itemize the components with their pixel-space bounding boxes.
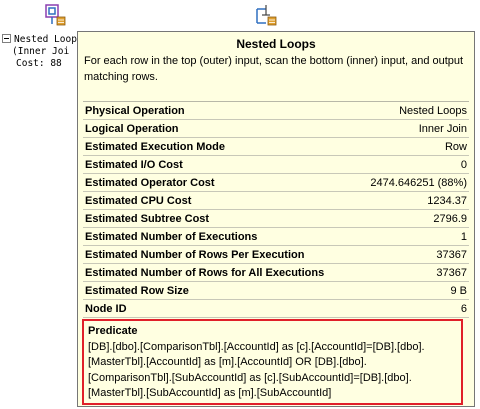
predicate-line: [MasterTbl].[SubAccountId] as [m].[SubAc…	[88, 387, 332, 399]
property-key: Estimated Number of Executions	[85, 230, 258, 243]
properties-table: Physical Operation Nested Loops Logical …	[83, 102, 469, 318]
property-key: Node ID	[85, 302, 127, 315]
property-key: Estimated Operator Cost	[85, 176, 215, 189]
query-plan-canvas: Nested Loop (Inner Joi Cost: 88 Nested L…	[0, 0, 480, 409]
node-label-line: (Inner Joi	[12, 46, 70, 57]
property-row: Estimated Number of Rows for All Executi…	[83, 264, 469, 282]
property-row: Estimated Subtree Cost 2796.9	[83, 210, 469, 228]
property-key: Physical Operation	[85, 104, 185, 117]
property-row: Estimated Number of Executions 1	[83, 228, 469, 246]
property-value: 9 B	[450, 284, 467, 297]
nested-loops-icon[interactable]	[254, 3, 278, 27]
predicate-line: [MasterTbl].[AccountId] as [m].[AccountI…	[88, 356, 367, 368]
property-value: Nested Loops	[399, 104, 467, 117]
predicate-section: Predicate [DB].[dbo].[ComparisonTbl].[Ac…	[82, 319, 463, 405]
property-row: Estimated CPU Cost 1234.37	[83, 192, 469, 210]
property-value: 0	[460, 158, 467, 171]
property-key: Estimated Number of Rows Per Execution	[85, 248, 305, 261]
property-key: Estimated CPU Cost	[85, 194, 192, 207]
property-key: Estimated Subtree Cost	[85, 212, 210, 225]
property-row: Estimated Operator Cost 2474.646251 (88%…	[83, 174, 469, 192]
property-row: Estimated Execution Mode Row	[83, 138, 469, 156]
property-value: 1	[460, 230, 467, 243]
property-key: Estimated Row Size	[85, 284, 189, 297]
predicate-line: [ComparisonTbl].[SubAccountId] as [c].[S…	[88, 371, 412, 384]
property-row: Estimated Row Size 9 B	[83, 282, 469, 300]
predicate-line: [DB].[dbo].[ComparisonTbl].[AccountId] a…	[88, 340, 425, 353]
nested-loops-icon[interactable]	[43, 3, 67, 27]
operator-tooltip: Nested Loops For each row in the top (ou…	[77, 31, 475, 407]
node-label-line: Nested Loop	[14, 34, 77, 45]
property-value: 2474.646251 (88%)	[370, 176, 467, 189]
property-row: Physical Operation Nested Loops	[83, 102, 469, 120]
property-value: Inner Join	[418, 122, 467, 135]
property-row: Node ID 6	[83, 300, 469, 318]
plan-node-label: Cost: 88	[16, 58, 67, 69]
property-key: Logical Operation	[85, 122, 179, 135]
property-row: Estimated I/O Cost 0	[83, 156, 469, 174]
node-label-line: Cost: 88	[16, 58, 68, 69]
property-key: Estimated Number of Rows for All Executi…	[85, 266, 325, 279]
property-value: 37367	[436, 266, 467, 279]
plan-node-label: (Inner Joi	[12, 46, 69, 57]
property-key: Estimated I/O Cost	[85, 158, 183, 171]
property-value: 6	[460, 302, 467, 315]
property-value: Row	[444, 140, 467, 153]
property-key: Estimated Execution Mode	[85, 140, 225, 153]
plan-node-label: Nested Loop	[2, 34, 77, 45]
predicate-title: Predicate	[88, 325, 138, 337]
property-value: 2796.9	[433, 212, 467, 225]
tooltip-description: For each row in the top (outer) input, s…	[84, 55, 464, 83]
property-row: Estimated Number of Rows Per Execution 3…	[83, 246, 469, 264]
tooltip-title: Nested Loops	[236, 37, 316, 51]
property-value: 1234.37	[427, 194, 467, 207]
property-value: 37367	[436, 248, 467, 261]
collapse-icon[interactable]	[2, 34, 11, 43]
property-row: Logical Operation Inner Join	[83, 120, 469, 138]
